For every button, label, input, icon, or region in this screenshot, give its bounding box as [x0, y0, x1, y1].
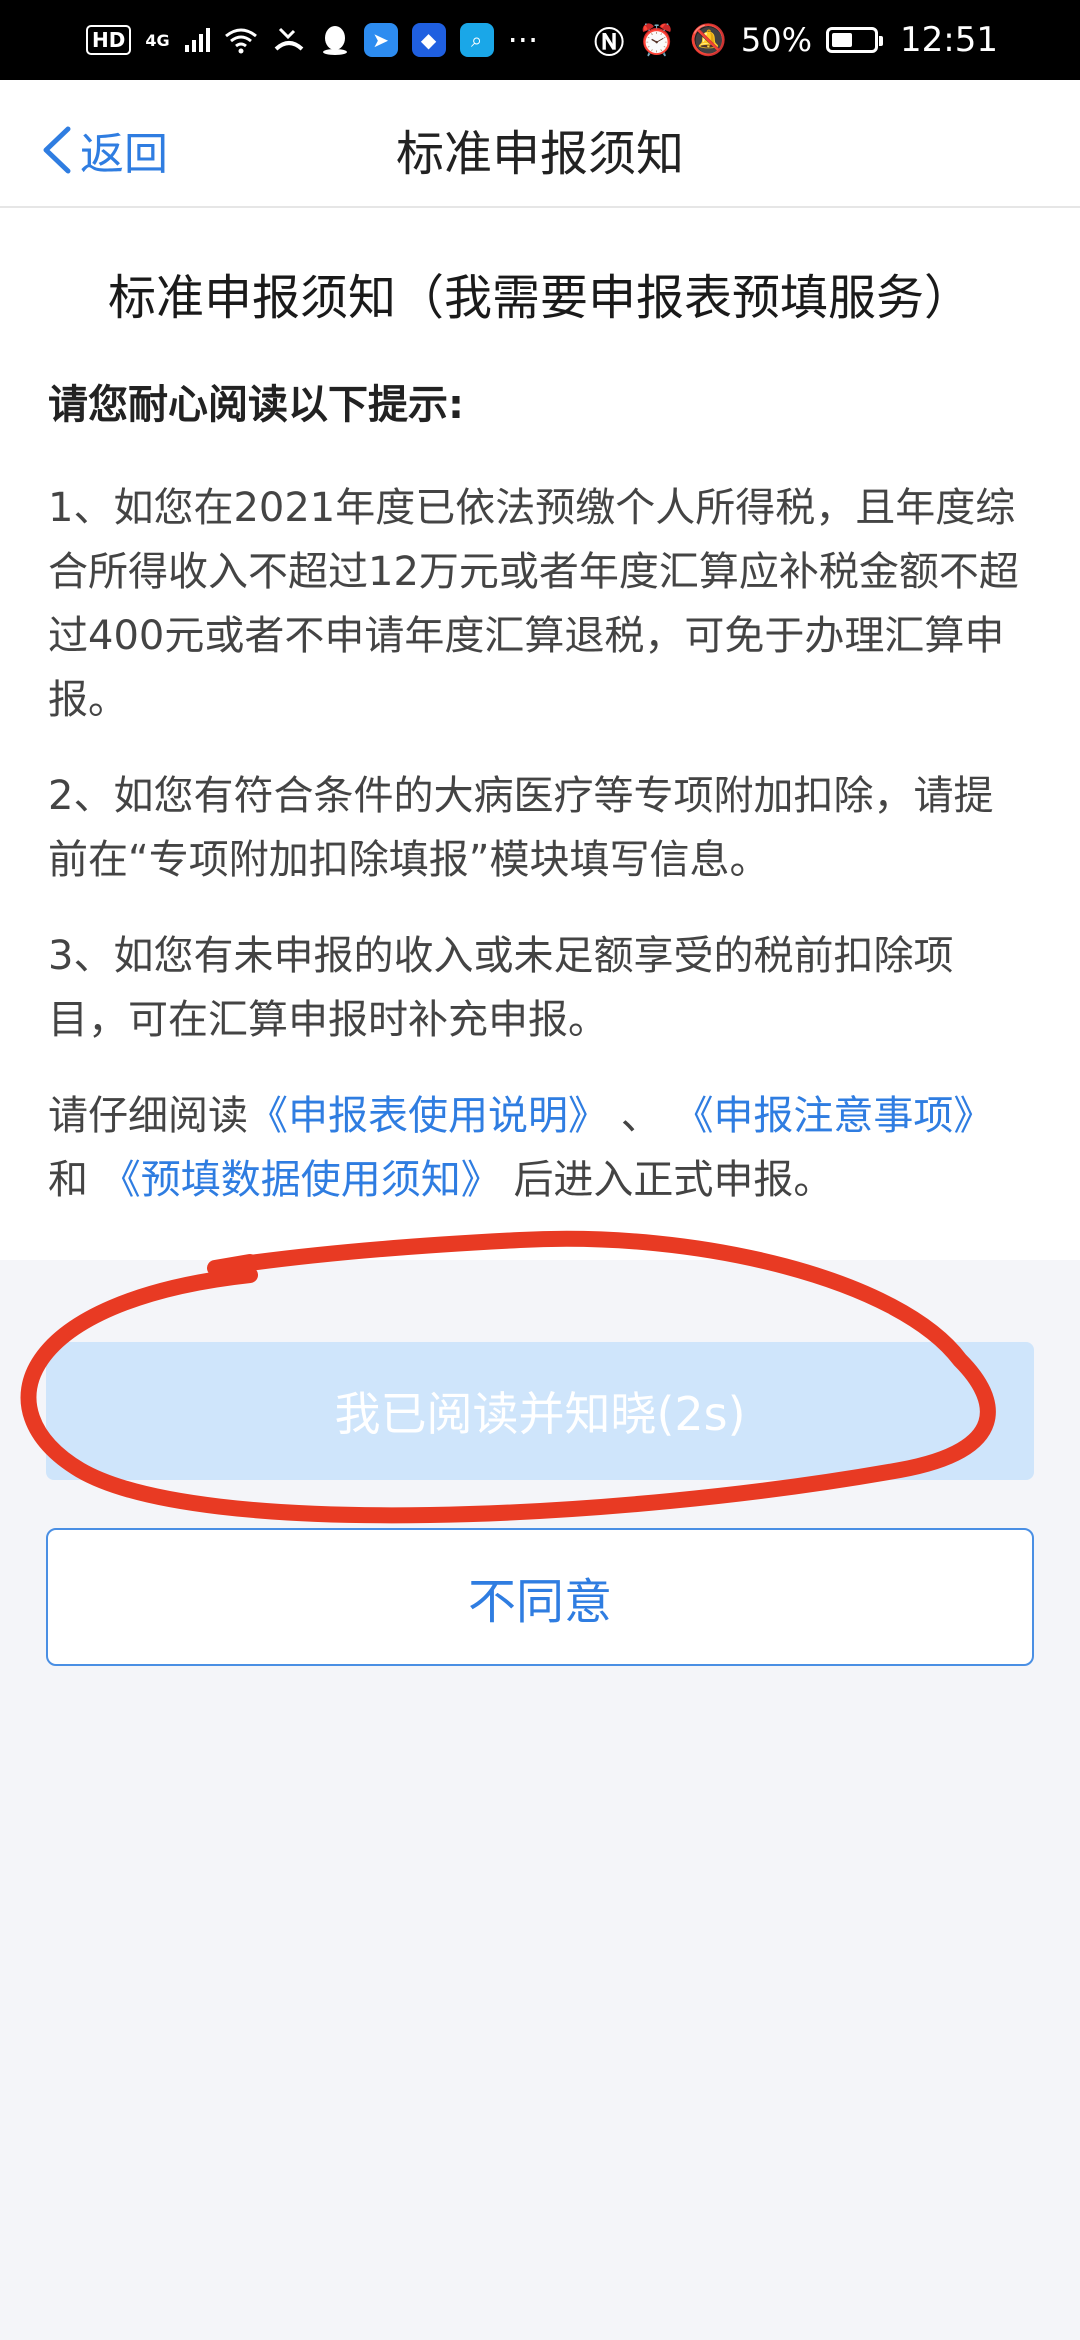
status-bar: HD 4G ➤ ◆ ⌕ ··· Ⓝ ⏰ 🔕 50% 12:51 — [0, 0, 1080, 80]
read-prompt-suffix: 后进入正式申报。 — [513, 1157, 834, 1203]
hd-badge: HD — [86, 25, 132, 55]
notice-title: 标准申报须知（我需要申报表预填服务） — [107, 270, 972, 326]
read-prompt-sep2: 和 — [48, 1157, 88, 1203]
agree-button[interactable]: 我已阅读并知晓(2s) — [46, 1342, 1034, 1480]
nav-bar: 返回 标准申报须知 — [0, 80, 1080, 208]
notice-item-3: 3、如您有未申报的收入或未足额享受的税前扣除项目，可在汇算申报时补充申报。 — [48, 933, 954, 1043]
notice-item-1: 1、如您在2021年度已依法预缴个人所得税，且年度综合所得收入不超过12万元或者… — [48, 485, 1019, 723]
status-bar-left: HD 4G ➤ ◆ ⌕ ··· — [86, 21, 538, 59]
notice-item-2: 2、如您有符合条件的大病医疗等专项附加扣除，请提前在“专项附加扣除填报”模块填写… — [48, 773, 994, 883]
status-bar-right: Ⓝ ⏰ 🔕 50% 12:51 — [594, 18, 998, 62]
link-form-instructions[interactable]: 《申报表使用说明》 — [248, 1093, 608, 1139]
mute-icon: 🔕 — [689, 22, 727, 58]
app-notification-icon: ➤ — [363, 23, 398, 57]
notice-content: 标准申报须知（我需要申报表预填服务） 请您耐心阅读以下提示: 1、如您在2021… — [0, 208, 1080, 1260]
network-type: 4G — [145, 30, 170, 50]
read-prompt: 请仔细阅读《申报表使用说明》 、 《申报注意事项》和 《预填数据使用须知》 后进… — [48, 1084, 1032, 1212]
alarm-icon: ⏰ — [638, 22, 676, 58]
more-notifications: ··· — [507, 21, 539, 59]
read-prompt-prefix: 请仔细阅读 — [48, 1093, 248, 1139]
link-declaration-notes[interactable]: 《申报注意事项》 — [673, 1093, 993, 1139]
battery-percent: 50% — [740, 21, 813, 59]
nfc-icon: Ⓝ — [594, 26, 625, 61]
page-title: 标准申报须知 — [395, 126, 684, 182]
search-app-icon: ⌕ — [459, 23, 494, 57]
wifi-icon — [224, 28, 257, 54]
clock: 12:51 — [900, 20, 998, 60]
read-prompt-sep1: 、 — [620, 1093, 661, 1139]
tip-heading: 请您耐心阅读以下提示: — [48, 382, 464, 428]
battery-icon — [826, 27, 884, 53]
qq-icon — [322, 26, 347, 55]
shield-app-icon: ◆ — [411, 23, 446, 57]
link-prefill-data-notice[interactable]: 《预填数据使用须知》 — [101, 1157, 501, 1203]
disagree-button[interactable]: 不同意 — [46, 1528, 1034, 1666]
signal-icon — [184, 28, 210, 52]
missed-call-icon — [274, 27, 303, 51]
